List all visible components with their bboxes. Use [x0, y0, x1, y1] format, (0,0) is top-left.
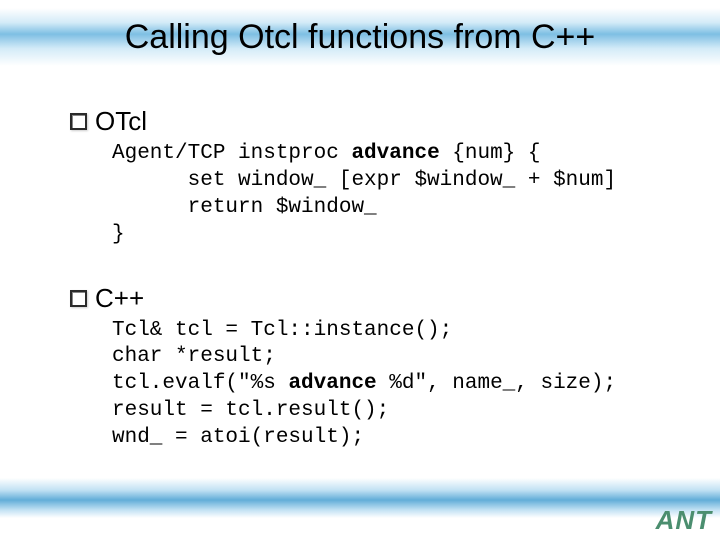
bullet-otcl: OTcl	[70, 106, 690, 137]
code-bold: advance	[288, 372, 376, 395]
content-area: OTcl Agent/TCP instproc advance {num} { …	[70, 100, 690, 452]
code-cpp: Tcl& tcl = Tcl::instance(); char *result…	[112, 318, 690, 452]
code-text: tcl.evalf("%s	[112, 372, 288, 395]
code-bold: advance	[351, 142, 439, 165]
code-text: }	[112, 223, 125, 246]
slide: Calling Otcl functions from C++ OTcl Age…	[0, 0, 720, 540]
bullet-label-cpp: C++	[95, 283, 144, 314]
slide-title: Calling Otcl functions from C++	[0, 18, 720, 57]
code-text: Tcl& tcl = Tcl::instance();	[112, 319, 452, 342]
code-text: set window_ [expr $window_ + $num]	[112, 169, 616, 192]
bullet-square-icon	[70, 290, 87, 307]
code-text: result = tcl.result();	[112, 399, 389, 422]
code-otcl: Agent/TCP instproc advance {num} { set w…	[112, 141, 690, 249]
bullet-cpp: C++	[70, 283, 690, 314]
code-text: %d", name_, size);	[377, 372, 616, 395]
code-text: char *result;	[112, 345, 276, 368]
code-text: Agent/TCP instproc	[112, 142, 351, 165]
bullet-label-otcl: OTcl	[95, 106, 147, 137]
footer-band	[0, 478, 720, 518]
code-text: {num} {	[440, 142, 541, 165]
bullet-square-icon	[70, 113, 87, 130]
code-text: wnd_ = atoi(result);	[112, 426, 364, 449]
logo-text: ANT	[656, 505, 712, 536]
code-text: return $window_	[112, 196, 377, 219]
